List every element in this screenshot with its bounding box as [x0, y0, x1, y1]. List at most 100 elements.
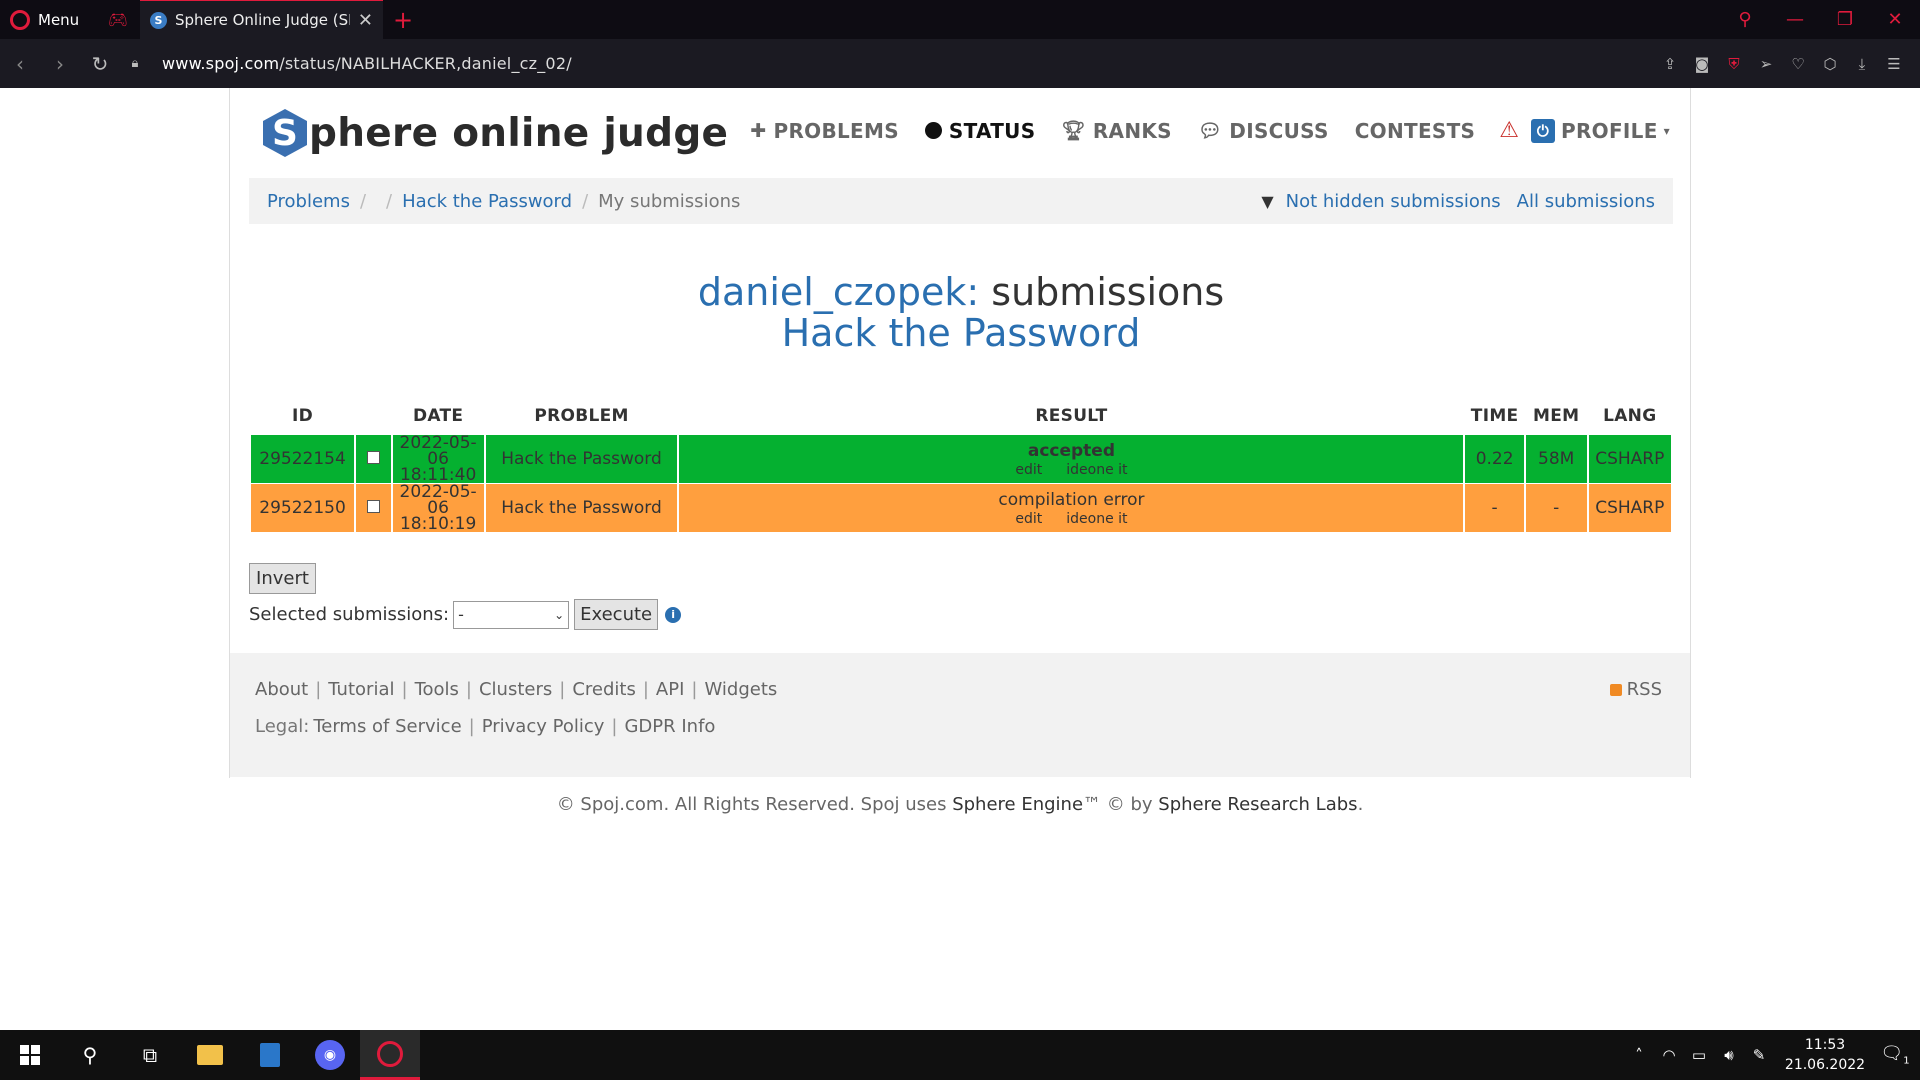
- volume-icon[interactable]: 🔊︎: [1714, 1046, 1744, 1064]
- nav-ranks[interactable]: 🏆︎ RANKS: [1061, 119, 1171, 143]
- camera-icon[interactable]: ◙: [1686, 55, 1718, 73]
- nav-problems[interactable]: ✚ PROBLEMS: [750, 119, 899, 143]
- breadcrumb-problem[interactable]: Hack the Password: [402, 191, 572, 212]
- restore-icon[interactable]: ❐: [1820, 9, 1870, 30]
- cell-id[interactable]: 29522150: [251, 484, 355, 532]
- header-problem[interactable]: PROBLEM: [486, 398, 678, 434]
- search-icon[interactable]: ⚲: [1720, 9, 1770, 30]
- copyright-prefix: © Spoj.com. All Rights Reserved. Spoj us…: [556, 794, 953, 815]
- sphere-engine-link[interactable]: Sphere Engine: [952, 794, 1083, 815]
- ideone-link[interactable]: ideone it: [1066, 511, 1127, 527]
- legal-label: Legal:: [255, 716, 310, 737]
- windows-logo-icon: [20, 1045, 40, 1065]
- reload-icon[interactable]: ↻: [80, 52, 120, 76]
- rss-link[interactable]: RSS: [1609, 679, 1662, 700]
- header-lang[interactable]: LANG: [1589, 398, 1671, 434]
- url-domain: www.spoj.com: [162, 54, 280, 73]
- legal-link-privacy[interactable]: Privacy Policy: [482, 716, 605, 737]
- edit-link[interactable]: edit: [1015, 462, 1042, 478]
- header-id[interactable]: ID: [251, 398, 354, 434]
- info-icon[interactable]: i: [665, 606, 682, 623]
- nav-profile[interactable]: ⏻ PROFILE ▾: [1519, 118, 1670, 143]
- pen-icon[interactable]: ✎: [1744, 1046, 1774, 1064]
- time-value: 18:10:19: [399, 514, 477, 534]
- filter-icon: ▼: [1261, 191, 1274, 211]
- nav-status[interactable]: STATUS: [924, 118, 1036, 143]
- close-window-icon[interactable]: ✕: [1870, 9, 1920, 30]
- cell-problem[interactable]: Hack the Password: [485, 435, 678, 483]
- footer-link-api[interactable]: API: [656, 679, 684, 700]
- browser-tab-active[interactable]: S Sphere Online Judge (SPOJ ✕: [140, 0, 383, 39]
- cell-select: [356, 435, 391, 483]
- heart-icon[interactable]: ♡: [1782, 55, 1814, 73]
- not-hidden-submissions-link[interactable]: Not hidden submissions: [1286, 191, 1501, 212]
- chevron-up-icon[interactable]: ˄: [1624, 1046, 1654, 1064]
- nav-status-label: STATUS: [948, 118, 1036, 143]
- legal-link-gdpr[interactable]: GDPR Info: [624, 716, 715, 737]
- nav-problems-label: PROBLEMS: [773, 118, 899, 143]
- cube-icon[interactable]: ⬡: [1814, 55, 1846, 73]
- result-status[interactable]: compilation error: [679, 490, 1463, 510]
- sphere-labs-link[interactable]: Sphere Research Labs: [1158, 794, 1357, 815]
- footer-link-tutorial[interactable]: Tutorial: [328, 679, 394, 700]
- cell-id[interactable]: 29522154: [251, 435, 355, 483]
- legal-link-terms[interactable]: Terms of Service: [313, 716, 461, 737]
- new-tab-button[interactable]: +: [383, 0, 423, 39]
- wifi-icon[interactable]: ◠: [1654, 1046, 1684, 1064]
- file-explorer-icon[interactable]: [180, 1030, 240, 1080]
- header-date[interactable]: DATE: [393, 398, 484, 434]
- breadcrumb-problems[interactable]: Problems: [267, 191, 350, 212]
- easy-setup-icon[interactable]: ☰: [1878, 55, 1910, 73]
- browser-address-bar: ‹ › ↻ 🔒︎ www.spoj.com/status/NABILHACKER…: [0, 39, 1920, 88]
- row-checkbox[interactable]: [366, 451, 380, 464]
- invert-button[interactable]: Invert: [249, 563, 316, 594]
- lock-icon[interactable]: 🔒︎: [120, 56, 150, 71]
- action-select[interactable]: - ⌄: [453, 600, 570, 629]
- ideone-link[interactable]: ideone it: [1066, 462, 1127, 478]
- task-view-icon[interactable]: ⧉: [120, 1030, 180, 1080]
- url-field[interactable]: www.spoj.com/status/NABILHACKER,daniel_c…: [162, 54, 572, 73]
- shield-icon[interactable]: ⛨: [1718, 55, 1750, 73]
- footer-separator: |: [401, 679, 408, 700]
- edit-link[interactable]: edit: [1015, 511, 1042, 527]
- download-icon[interactable]: ⤓: [1846, 55, 1878, 73]
- logo-mark: S: [263, 109, 307, 157]
- row-checkbox[interactable]: [366, 500, 380, 513]
- nav-contests[interactable]: CONTESTS: [1355, 119, 1476, 143]
- clock[interactable]: 11:53 21.06.2022: [1780, 1035, 1870, 1075]
- tab-close-icon[interactable]: ✕: [358, 10, 373, 31]
- header-result[interactable]: RESULT: [679, 398, 1463, 434]
- title-username-link[interactable]: daniel_czopek:: [698, 270, 979, 314]
- spoj-logo[interactable]: S phere online judge: [263, 108, 728, 158]
- send-icon[interactable]: ➢: [1750, 55, 1782, 73]
- nav-discuss[interactable]: 💬︎ DISCUSS: [1198, 119, 1329, 143]
- header-mem[interactable]: MEM: [1526, 398, 1587, 434]
- back-arrow-icon[interactable]: ‹: [0, 52, 40, 76]
- footer-link-credits[interactable]: Credits: [572, 679, 636, 700]
- search-icon[interactable]: ⚲: [60, 1030, 120, 1080]
- footer-link-about[interactable]: About: [255, 679, 308, 700]
- notification-icon[interactable]: 🗨︎1: [1870, 1043, 1920, 1067]
- title-problem-link[interactable]: Hack the Password: [249, 313, 1673, 354]
- all-submissions-link[interactable]: All submissions: [1517, 191, 1655, 212]
- header-time[interactable]: TIME: [1465, 398, 1523, 434]
- footer-separator: |: [642, 679, 649, 700]
- footer-link-tools[interactable]: Tools: [415, 679, 459, 700]
- execute-button[interactable]: Execute: [574, 599, 659, 630]
- discord-icon[interactable]: ◉: [300, 1030, 360, 1080]
- opera-menu-button[interactable]: Menu: [0, 0, 96, 39]
- footer-link-widgets[interactable]: Widgets: [704, 679, 777, 700]
- footer-link-clusters[interactable]: Clusters: [479, 679, 552, 700]
- power-icon: ⏻: [1531, 118, 1555, 143]
- battery-icon[interactable]: ▭: [1684, 1046, 1714, 1064]
- result-status[interactable]: accepted: [679, 441, 1463, 461]
- share-icon[interactable]: ⇪: [1654, 55, 1686, 73]
- forward-arrow-icon[interactable]: ›: [40, 52, 80, 76]
- minimize-icon[interactable]: —: [1770, 9, 1820, 30]
- opera-taskbar-icon[interactable]: [360, 1030, 420, 1080]
- start-button[interactable]: [0, 1030, 60, 1080]
- gamepad-icon[interactable]: 🎮︎: [96, 0, 140, 39]
- cell-problem[interactable]: Hack the Password: [485, 484, 678, 532]
- calculator-icon[interactable]: [240, 1030, 300, 1080]
- warning-icon[interactable]: ⚠: [1499, 118, 1519, 143]
